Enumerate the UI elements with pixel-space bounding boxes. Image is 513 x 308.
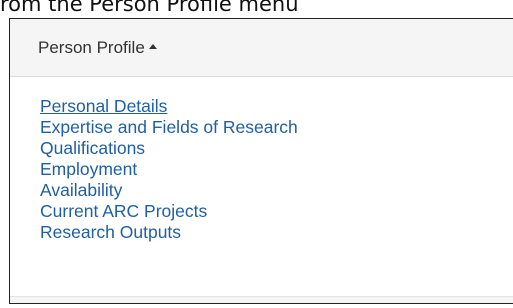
panel-header: Person Profile [10,19,513,77]
menu-item-current-arc-projects[interactable]: Current ARC Projects [40,201,298,222]
menu-item-expertise[interactable]: Expertise and Fields of Research [40,117,298,138]
menu-item-employment[interactable]: Employment [40,159,298,180]
person-profile-panel: Person Profile Personal Details Expertis… [9,18,513,304]
person-profile-menu: Personal Details Expertise and Fields of… [40,96,298,243]
caret-up-icon [148,44,157,49]
menu-item-research-outputs[interactable]: Research Outputs [40,222,298,243]
person-profile-toggle[interactable]: Person Profile [38,38,157,58]
instruction-caption: rom the Person Profile menu [0,0,299,16]
menu-item-availability[interactable]: Availability [40,180,298,201]
panel-title: Person Profile [38,37,145,57]
menu-item-qualifications[interactable]: Qualifications [40,138,298,159]
menu-item-personal-details[interactable]: Personal Details [40,96,298,117]
panel-footer [10,296,513,303]
